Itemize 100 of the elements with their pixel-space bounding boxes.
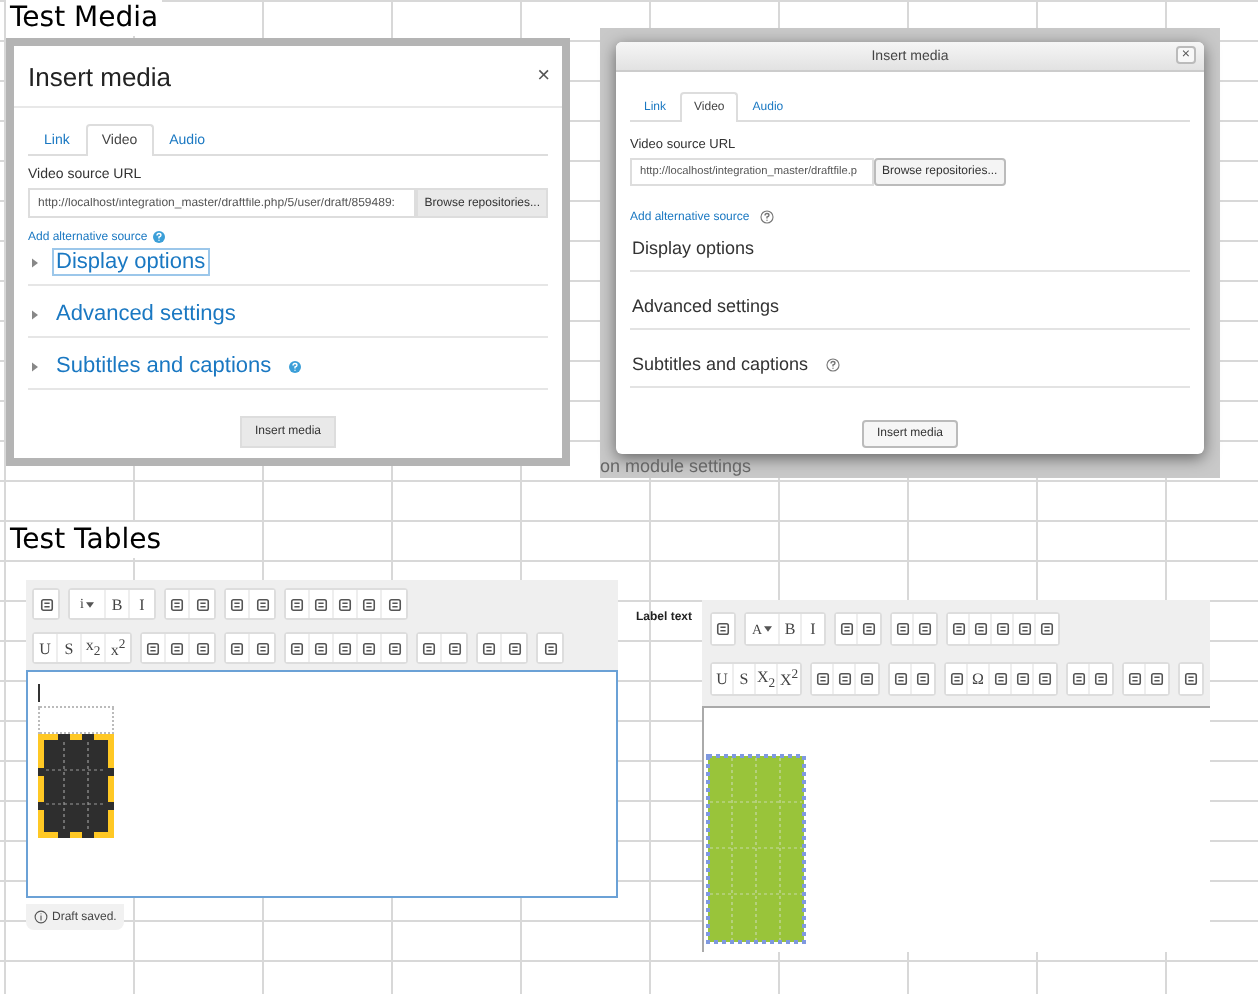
toolbar-icon (1150, 672, 1164, 686)
toolbar-button[interactable]: B (780, 614, 802, 644)
toolbar-icon (39, 597, 53, 611)
toolbar-button[interactable] (190, 590, 214, 618)
toolbar-icon (716, 622, 730, 636)
toolbar-icon (338, 597, 352, 611)
toolbar-icon (290, 641, 304, 655)
toolbar-button[interactable] (836, 614, 858, 644)
help-icon[interactable] (826, 357, 841, 371)
caret-icon (32, 309, 38, 319)
toolbar-button[interactable] (442, 634, 466, 662)
toolbar-icon (255, 641, 269, 655)
toolbar-button[interactable] (250, 634, 274, 662)
caret-icon (85, 601, 94, 607)
toolbar-button[interactable] (478, 634, 502, 662)
toolbar-button[interactable] (166, 634, 190, 662)
section-toggle[interactable]: Subtitles and captions (52, 352, 276, 380)
section-toggle[interactable]: Display options (630, 236, 757, 260)
toolbar-button[interactable] (190, 634, 214, 662)
toolbar-button[interactable] (992, 614, 1014, 644)
toolbar-icon (255, 597, 269, 611)
toolbar-icon (951, 622, 965, 636)
toolbar-button[interactable] (856, 664, 878, 694)
toolbar-button[interactable] (358, 634, 382, 662)
toolbar-button[interactable] (382, 590, 406, 618)
help-icon[interactable] (759, 210, 774, 224)
section-toggle[interactable]: Subtitles and captions (630, 352, 811, 376)
toolbar-button[interactable]: U (712, 664, 734, 694)
toolbar-icon (860, 672, 874, 686)
toolbar-button[interactable] (890, 664, 912, 694)
toolbar-button[interactable] (286, 590, 310, 618)
toolbar-button[interactable] (418, 634, 442, 662)
toolbar-button[interactable] (1090, 664, 1112, 694)
toolbar-button[interactable] (310, 590, 334, 618)
toolbar-icon (290, 597, 304, 611)
toolbar-button[interactable] (1014, 614, 1036, 644)
toolbar-button[interactable]: B (106, 590, 130, 618)
toolbar-button[interactable] (914, 614, 936, 644)
toolbar-button[interactable] (1124, 664, 1146, 694)
toolbar-icon (1040, 622, 1054, 636)
caret-icon (32, 257, 38, 267)
toolbar-button[interactable] (250, 590, 274, 618)
toolbar-button[interactable] (1068, 664, 1090, 694)
toolbar-button[interactable]: x$_{2}$ (82, 634, 106, 662)
toolbar-icon (387, 597, 401, 611)
toolbar-button[interactable] (1036, 614, 1058, 644)
toolbar-icon (862, 622, 876, 636)
toolbar-button[interactable] (990, 664, 1012, 694)
toolbar-icon (170, 597, 184, 611)
help-icon[interactable] (287, 359, 302, 373)
section-toggle[interactable]: Advanced settings (52, 300, 240, 328)
toolbar-icon (916, 672, 930, 686)
table-drawing[interactable] (38, 734, 114, 838)
toolbar-button[interactable] (166, 590, 190, 618)
toolbar-button[interactable] (912, 664, 934, 694)
toolbar-button[interactable]: x$^{2}$ (106, 634, 130, 662)
section-toggle[interactable]: Advanced settings (630, 294, 782, 318)
toolbar-icon (837, 672, 851, 686)
toolbar-icon (1127, 672, 1141, 686)
toolbar-icon (507, 641, 521, 655)
toolbar-button[interactable]: U (34, 634, 58, 662)
toolbar-button[interactable] (310, 634, 334, 662)
toolbar-button[interactable] (382, 634, 406, 662)
toolbar-icon (422, 641, 436, 655)
toolbar-icon (973, 622, 987, 636)
toolbar-button[interactable] (858, 614, 880, 644)
toolbar-button[interactable] (1034, 664, 1056, 694)
toolbar-button[interactable]: S (734, 664, 756, 694)
sheet-heading: Test Media (6, 0, 163, 36)
help-icon[interactable] (151, 230, 166, 244)
toolbar-button[interactable] (358, 590, 382, 618)
toolbar-button[interactable] (142, 634, 166, 662)
toolbar-button[interactable] (1012, 664, 1034, 694)
toolbar-button[interactable] (834, 664, 856, 694)
background-text: on module settings (600, 456, 752, 478)
toolbar-button[interactable] (970, 614, 992, 644)
toolbar-icon (993, 672, 1007, 686)
toolbar-button[interactable] (334, 634, 358, 662)
toolbar-button[interactable] (226, 634, 250, 662)
toolbar-icon (839, 622, 853, 636)
toolbar-icon (230, 641, 244, 655)
toolbar-button[interactable] (812, 664, 834, 694)
toolbar-button[interactable]: X$^{2}$ (778, 664, 800, 694)
toolbar-button[interactable]: Ω (968, 664, 990, 694)
toolbar-icon (1038, 672, 1052, 686)
toolbar-button[interactable] (502, 634, 526, 662)
toolbar-button[interactable] (334, 590, 358, 618)
toolbar-button[interactable] (948, 614, 970, 644)
toolbar-button[interactable] (226, 590, 250, 618)
close-button[interactable]: × (537, 66, 550, 88)
toolbar-icon (230, 597, 244, 611)
toolbar-button[interactable] (1146, 664, 1168, 694)
toolbar-button[interactable]: X$_{2}$ (756, 664, 778, 694)
toolbar-button[interactable] (286, 634, 310, 662)
section-toggle[interactable]: Display options (52, 248, 210, 276)
toolbar-button[interactable] (946, 664, 968, 694)
info-icon (34, 910, 48, 924)
toolbar-icon (1017, 622, 1031, 636)
toolbar-button[interactable] (892, 614, 914, 644)
sheet-heading: Test Tables (6, 522, 166, 558)
